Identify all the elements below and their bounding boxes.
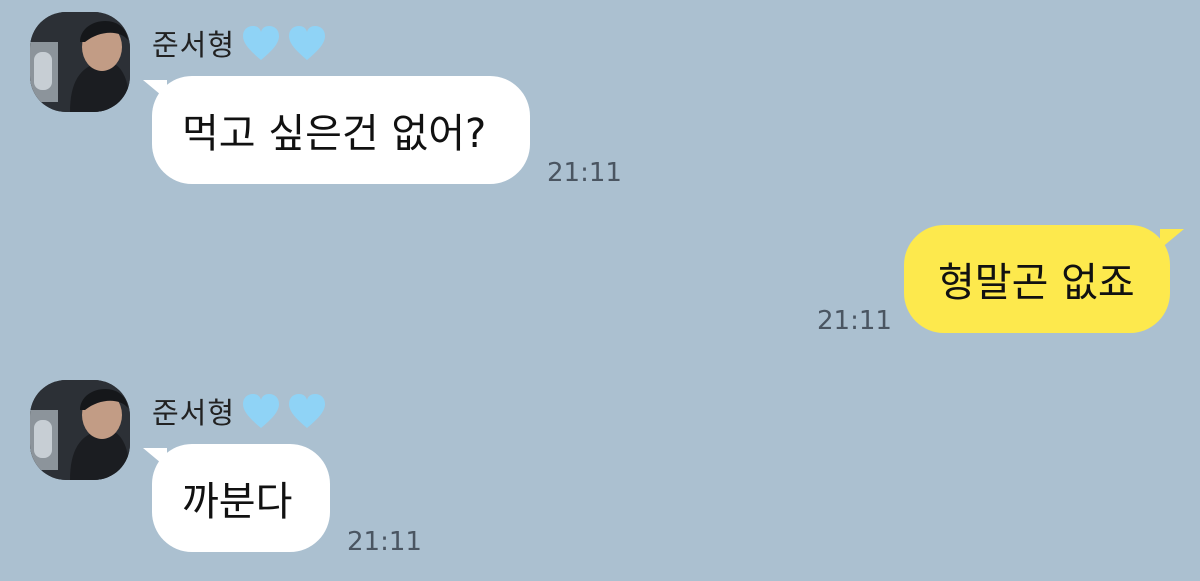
message-text: 먹고 싶은건 없어? xyxy=(182,111,487,157)
light-blue-heart-icon xyxy=(287,24,327,62)
sender-avatar[interactable] xyxy=(30,380,130,480)
message-text: 까분다 xyxy=(182,479,293,525)
message-time: 21:11 xyxy=(817,306,892,336)
message-bubble-incoming[interactable]: 까분다 xyxy=(152,444,330,552)
message-bubble-outgoing[interactable]: 형말곤 없죠 xyxy=(904,225,1170,333)
sender-name-text: 준서형 xyxy=(152,28,236,62)
sender-avatar[interactable] xyxy=(30,12,130,112)
bubble-tail xyxy=(1160,229,1184,249)
sender-name-text: 준서형 xyxy=(152,396,236,430)
message-time: 21:11 xyxy=(347,527,422,557)
sender-name: 준서형 xyxy=(152,22,327,64)
message-time: 21:11 xyxy=(547,158,622,188)
light-blue-heart-icon xyxy=(241,392,281,430)
message-bubble-incoming[interactable]: 먹고 싶은건 없어? xyxy=(152,76,530,184)
message-text: 형말곤 없죠 xyxy=(938,260,1135,306)
light-blue-heart-icon xyxy=(287,392,327,430)
sender-name: 준서형 xyxy=(152,390,327,432)
light-blue-heart-icon xyxy=(241,24,281,62)
